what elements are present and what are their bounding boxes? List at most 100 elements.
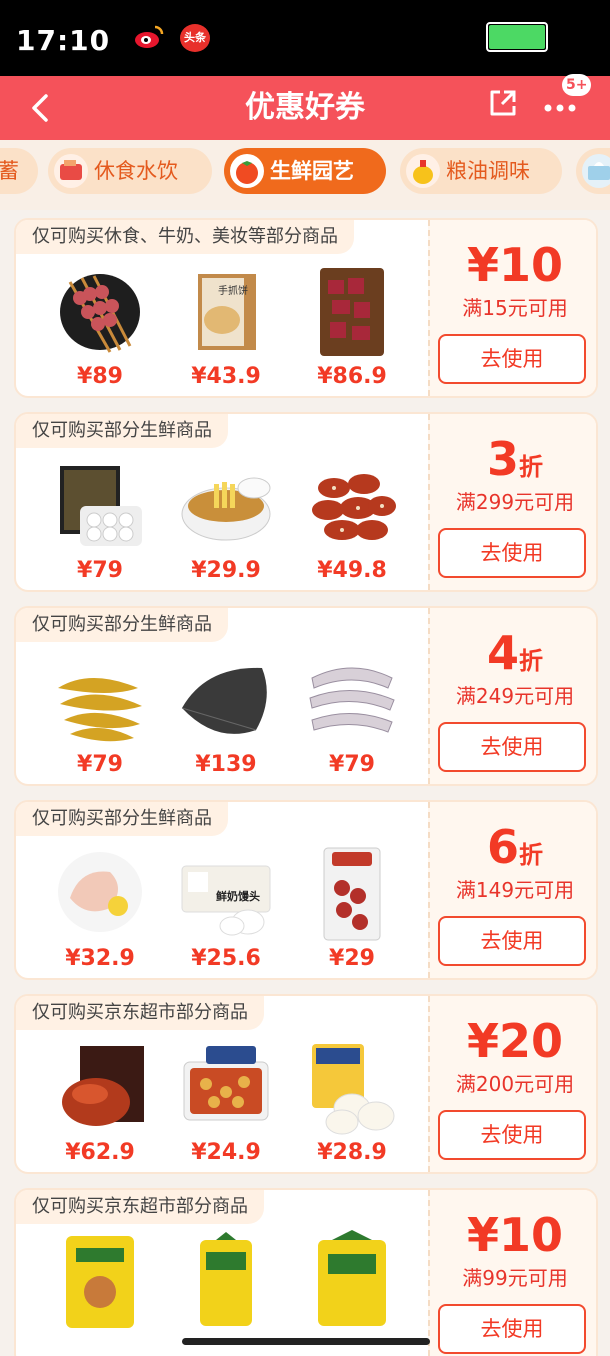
use-coupon-button[interactable]: 去使用 [438, 528, 586, 578]
rice-bag-icon[interactable] [302, 1230, 402, 1330]
coupon-card[interactable]: 仅可购买部分生鲜商品 ¥79 ¥139 ¥79 4折满249元可用去使用 [14, 606, 598, 786]
toutiao-icon: 头条 [180, 24, 210, 52]
coupon-condition: 满299元可用 [455, 490, 575, 514]
product-price: ¥29 [329, 946, 375, 971]
oil-bottle-icon [406, 154, 440, 188]
coupon-amount: ¥10 [466, 238, 564, 292]
product-price: ¥79 [77, 752, 123, 777]
coupon-products: 仅可购买部分生鲜商品 ¥79 ¥139 ¥79 [16, 608, 426, 784]
soup-pot-icon[interactable] [176, 454, 276, 554]
coupon-products: 仅可购买休食、牛奶、美妆等部分商品 ¥89 手抓饼 ¥43.9 ¥86.9 [16, 220, 426, 396]
product-price: ¥49.8 [317, 558, 387, 583]
coupon-condition: 满200元可用 [455, 1072, 575, 1096]
status-bar: 17:10 头条 [0, 0, 610, 76]
tab-label: 蓄 [0, 159, 19, 183]
tab-partial-right[interactable] [576, 148, 610, 194]
coupon-card[interactable]: 仅可购买京东超市部分商品 ¥10 满99元可用去使用 [14, 1188, 598, 1356]
product-price: ¥29.9 [191, 558, 261, 583]
flatfish-icon[interactable] [176, 648, 276, 748]
message-badge: 5+ [562, 74, 592, 96]
coupon-value-panel: 6折满149元可用去使用 [428, 802, 596, 978]
coupon-scope-label: 仅可购买部分生鲜商品 [16, 414, 228, 448]
coupon-scope-label: 仅可购买部分生鲜商品 [16, 802, 228, 836]
hand-pancake-box-icon[interactable]: 手抓饼 [176, 260, 276, 360]
use-coupon-button[interactable]: 去使用 [438, 334, 586, 384]
weibo-icon [134, 24, 164, 50]
tab-snacks[interactable]: 休食水饮 [48, 148, 212, 194]
dumplings-box-icon[interactable] [50, 454, 150, 554]
lamb-skewers-icon[interactable] [50, 260, 150, 360]
hotpot-box-icon[interactable] [176, 1036, 276, 1136]
coupon-value-panel: ¥10 满15元可用去使用 [428, 220, 596, 396]
svg-text:鲜奶馒头: 鲜奶馒头 [216, 889, 260, 903]
roast-duck-icon[interactable] [50, 1036, 150, 1136]
use-coupon-button[interactable]: 去使用 [438, 722, 586, 772]
category-tabs: 蓄 休食水饮 生鲜园艺 粮油调味 [0, 140, 610, 210]
coupon-card[interactable]: 仅可购买部分生鲜商品 ¥32.9 鲜奶馒头 ¥25.6 ¥29 6折满149元可用去使用 [14, 800, 598, 980]
product-price: ¥24.9 [191, 1140, 261, 1165]
coupon-value-panel: 3折满299元可用去使用 [428, 414, 596, 590]
coupon-card[interactable]: 仅可购买京东超市部分商品 ¥62.9 ¥24.9 ¥28.9 ¥20 满200元可用去使用 [14, 994, 598, 1174]
product-price: ¥86.9 [317, 364, 387, 389]
yellow-croaker-icon[interactable] [50, 648, 150, 748]
coupon-condition: 满249元可用 [455, 684, 575, 708]
salami-pack-icon[interactable] [302, 842, 402, 942]
coupon-amount: ¥10 [466, 1208, 564, 1262]
coupon-amount: 3折 [486, 432, 543, 486]
status-time: 17:10 [16, 24, 111, 57]
nav-header: 优惠好券 [0, 76, 610, 140]
coupon-scope-label: 仅可购买京东超市部分商品 [16, 996, 264, 1030]
rice-bag-small-icon[interactable] [176, 1230, 276, 1330]
coupon-value-panel: 4折满249元可用去使用 [428, 608, 596, 784]
tab-label: 休食水饮 [94, 159, 178, 183]
tomato-icon [230, 154, 264, 188]
coupon-products: 仅可购买京东超市部分商品 [16, 1190, 426, 1356]
use-coupon-button[interactable]: 去使用 [438, 916, 586, 966]
sausages-icon[interactable] [302, 454, 402, 554]
coupon-products: 仅可购买部分生鲜商品 ¥79 ¥29.9 ¥49.8 [16, 414, 426, 590]
snack-icon [54, 154, 88, 188]
coupon-value-panel: ¥20 满200元可用去使用 [428, 996, 596, 1172]
svg-text:手抓饼: 手抓饼 [218, 284, 248, 297]
product-price: ¥79 [77, 558, 123, 583]
chicken-breast-icon[interactable] [50, 842, 150, 942]
tab-fresh[interactable]: 生鲜园艺 [224, 148, 386, 194]
squid-icon[interactable] [302, 648, 402, 748]
steamed-buns-icon[interactable] [302, 1036, 402, 1136]
product-price: ¥28.9 [317, 1140, 387, 1165]
coupon-value-panel: ¥10 满99元可用去使用 [428, 1190, 596, 1356]
coupon-scope-label: 仅可购买部分生鲜商品 [16, 608, 228, 642]
product-price: ¥89 [77, 364, 123, 389]
tab-label: 生鲜园艺 [270, 159, 354, 183]
product-price: ¥25.6 [191, 946, 261, 971]
home-indicator [182, 1338, 430, 1345]
product-price: ¥32.9 [65, 946, 135, 971]
beef-cubes-icon[interactable] [302, 260, 402, 360]
battery-icon [486, 22, 548, 52]
tab-partial-left[interactable]: 蓄 [0, 148, 38, 194]
tissue-icon [582, 154, 610, 188]
coupon-amount: 6折 [486, 820, 543, 874]
milk-buns-icon[interactable]: 鲜奶馒头 [176, 842, 276, 942]
coupon-scope-label: 仅可购买京东超市部分商品 [16, 1190, 264, 1224]
coupon-condition: 满15元可用 [462, 296, 568, 320]
coupon-amount: ¥20 [466, 1014, 564, 1068]
coupon-scope-label: 仅可购买休食、牛奶、美妆等部分商品 [16, 220, 354, 254]
coupon-card[interactable]: 仅可购买部分生鲜商品 ¥79 ¥29.9 ¥49.8 3折满299元可用去使用 [14, 412, 598, 592]
product-price: ¥139 [195, 752, 257, 777]
coupon-amount: 4折 [486, 626, 543, 680]
tab-label: 粮油调味 [446, 159, 530, 183]
coupon-card[interactable]: 仅可购买休食、牛奶、美妆等部分商品 ¥89 手抓饼 ¥43.9 ¥86.9 ¥10 满15元… [14, 218, 598, 398]
product-price: ¥79 [329, 752, 375, 777]
tab-grain-oil[interactable]: 粮油调味 [400, 148, 562, 194]
coupon-products: 仅可购买部分生鲜商品 ¥32.9 鲜奶馒头 ¥25.6 ¥29 [16, 802, 426, 978]
coupon-condition: 满99元可用 [462, 1266, 568, 1290]
share-button[interactable] [486, 86, 520, 120]
flour-bag-icon[interactable] [50, 1230, 150, 1330]
coupon-condition: 满149元可用 [455, 878, 575, 902]
product-price: ¥62.9 [65, 1140, 135, 1165]
product-price: ¥43.9 [191, 364, 261, 389]
share-icon [490, 90, 516, 116]
use-coupon-button[interactable]: 去使用 [438, 1110, 586, 1160]
use-coupon-button[interactable]: 去使用 [438, 1304, 586, 1354]
